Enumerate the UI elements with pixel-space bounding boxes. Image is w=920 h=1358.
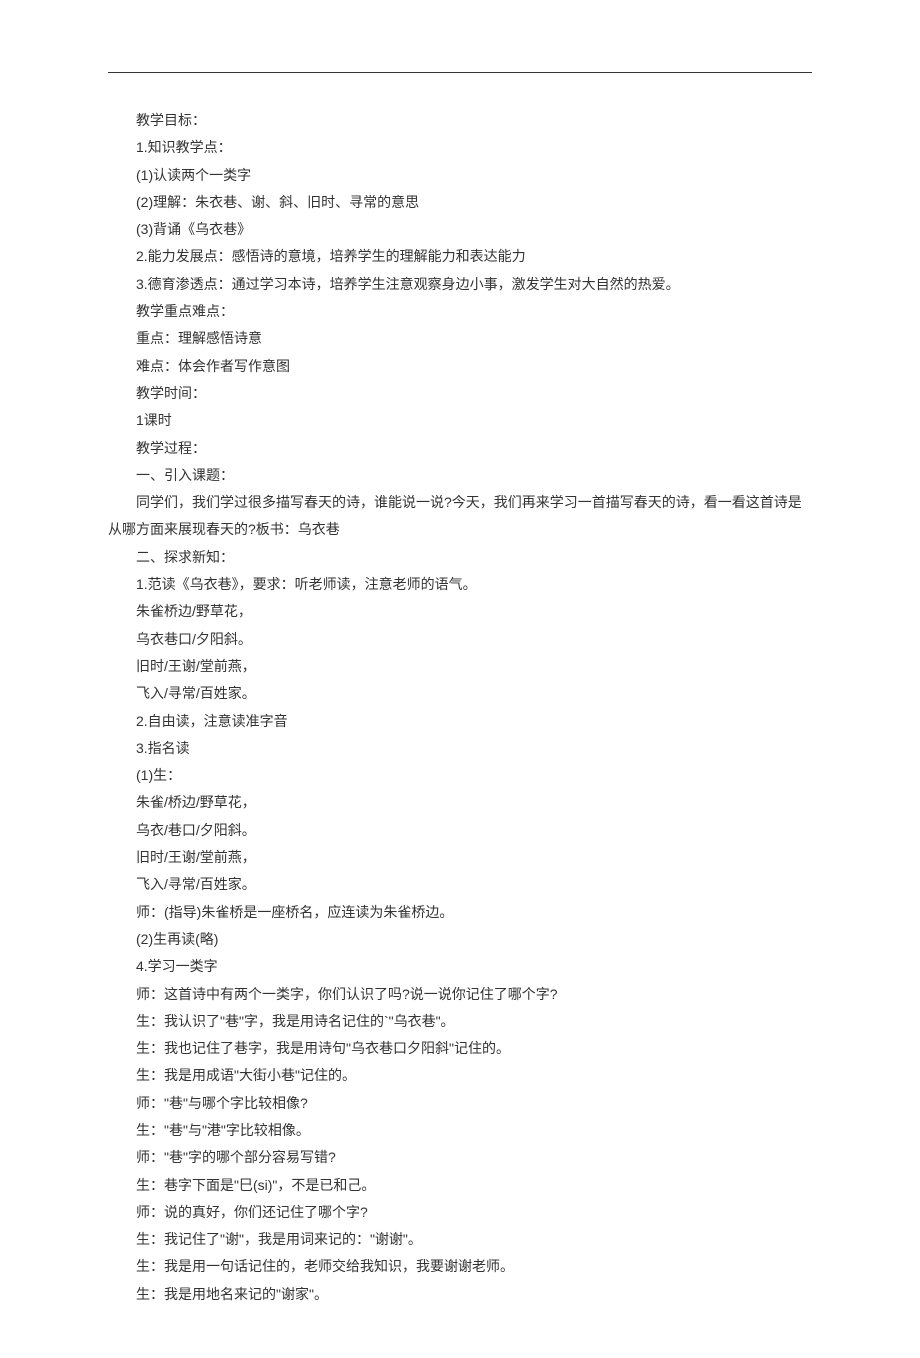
- text-line: 生：我是用成语"大街小巷"记住的。: [108, 1062, 812, 1089]
- text-line: 生："巷"与"港"字比较相像。: [108, 1117, 812, 1144]
- text-line: 教学时间：: [108, 380, 812, 407]
- text-line: 3.德育渗透点：通过学习本诗，培养学生注意观察身边小事，激发学生对大自然的热爱。: [108, 271, 812, 298]
- text-line: (2)生再读(略): [108, 926, 812, 953]
- text-line: 师：这首诗中有两个一类字，你们认识了吗?说一说你记住了哪个字?: [108, 981, 812, 1008]
- text-line: 生：我认识了"巷"字，我是用诗名记住的`"乌衣巷"。: [108, 1008, 812, 1035]
- text-line: 4.学习一类字: [108, 953, 812, 980]
- text-line: 朱雀桥边/野草花，: [108, 598, 812, 625]
- text-line: 1课时: [108, 407, 812, 434]
- text-line: 2.能力发展点：感悟诗的意境，培养学生的理解能力和表达能力: [108, 243, 812, 270]
- text-line: 1.知识教学点：: [108, 134, 812, 161]
- text-line: 师：说的真好，你们还记住了哪个字?: [108, 1199, 812, 1226]
- text-line: 生：我也记住了巷字，我是用诗句"乌衣巷口夕阳斜"记住的。: [108, 1035, 812, 1062]
- text-line: (3)背诵《乌衣巷》: [108, 216, 812, 243]
- horizontal-rule: [108, 72, 812, 73]
- text-line: 生：我记住了"谢"，我是用词来记的："谢谢"。: [108, 1226, 812, 1253]
- text-line: 2.自由读，注意读准字音: [108, 708, 812, 735]
- text-line: 乌衣巷口/夕阳斜。: [108, 626, 812, 653]
- text-line: 生：巷字下面是"巳(si)"，不是已和己。: [108, 1172, 812, 1199]
- text-line: 教学重点难点：: [108, 298, 812, 325]
- text-line: 一、引入课题：: [108, 462, 812, 489]
- text-line: 朱雀/桥边/野草花，: [108, 789, 812, 816]
- text-line: 生：我是用地名来记的"谢家"。: [108, 1281, 812, 1308]
- document-body: 教学目标：1.知识教学点：(1)认读两个一类字(2)理解：朱衣巷、谢、斜、旧时、…: [108, 107, 812, 1308]
- text-line: 重点：理解感悟诗意: [108, 325, 812, 352]
- text-line: 旧时/王谢/堂前燕，: [108, 653, 812, 680]
- text-line: 二、探求新知：: [108, 544, 812, 571]
- text-line: 1.范读《乌衣巷》，要求：听老师读，注意老师的语气。: [108, 571, 812, 598]
- text-line: (2)理解：朱衣巷、谢、斜、旧时、寻常的意思: [108, 189, 812, 216]
- text-line: 乌衣/巷口/夕阳斜。: [108, 817, 812, 844]
- text-line: 生：我是用一句话记住的，老师交给我知识，我要谢谢老师。: [108, 1253, 812, 1280]
- text-line: 师：(指导)朱雀桥是一座桥名，应连读为朱雀桥边。: [108, 899, 812, 926]
- text-line: (1)生：: [108, 762, 812, 789]
- text-line: 难点：体会作者写作意图: [108, 353, 812, 380]
- text-line: 师："巷"与哪个字比较相像?: [108, 1090, 812, 1117]
- text-line: 教学目标：: [108, 107, 812, 134]
- text-line: (1)认读两个一类字: [108, 162, 812, 189]
- text-line: 师："巷"字的哪个部分容易写错?: [108, 1144, 812, 1171]
- text-line: 旧时/王谢/堂前燕，: [108, 844, 812, 871]
- text-line: 飞入/寻常/百姓家。: [108, 871, 812, 898]
- text-line: 飞入/寻常/百姓家。: [108, 680, 812, 707]
- text-line: 同学们，我们学过很多描写春天的诗，谁能说一说?今天，我们再来学习一首描写春天的诗…: [108, 489, 812, 544]
- text-line: 3.指名读: [108, 735, 812, 762]
- text-line: 教学过程：: [108, 435, 812, 462]
